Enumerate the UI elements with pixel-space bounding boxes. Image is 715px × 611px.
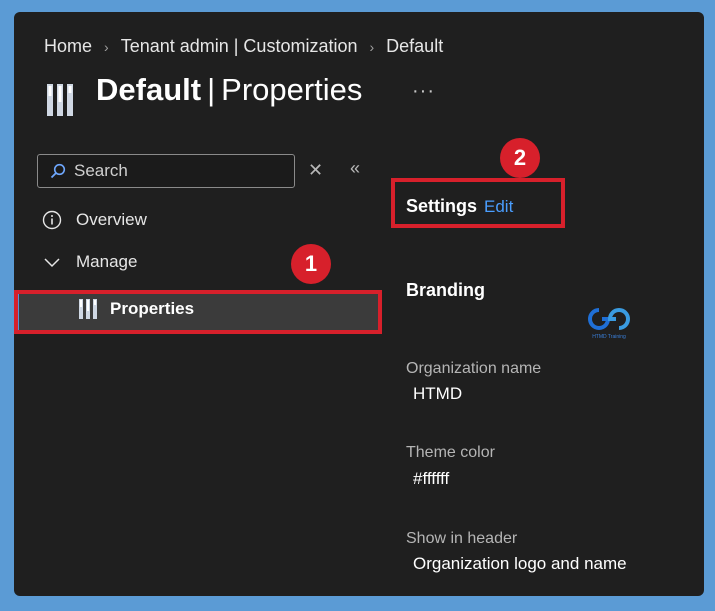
sidebar-item-overview[interactable]: Overview bbox=[42, 210, 147, 230]
collapse-sidebar-icon[interactable]: « bbox=[350, 158, 360, 179]
clear-search-icon[interactable]: ✕ bbox=[308, 160, 323, 181]
page-title: Default | Properties bbox=[96, 72, 362, 108]
branding-heading: Branding bbox=[406, 280, 485, 300]
breadcrumb-separator-icon: › bbox=[104, 38, 109, 55]
info-icon bbox=[42, 210, 62, 230]
breadcrumb-home[interactable]: Home bbox=[44, 36, 92, 57]
theme-color-value: #ffffff bbox=[413, 469, 450, 488]
search-icon bbox=[50, 163, 66, 179]
breadcrumb-current[interactable]: Default bbox=[386, 36, 443, 57]
edit-settings-link[interactable]: Edit bbox=[484, 197, 513, 217]
breadcrumb-separator-icon: › bbox=[369, 38, 375, 55]
breadcrumb-tenant[interactable]: Tenant admin | Customization bbox=[121, 36, 358, 57]
htmd-logo-watermark: HTMD Training bbox=[586, 306, 632, 340]
page-title-light: Properties bbox=[221, 72, 363, 107]
breadcrumb: Home › Tenant admin | Customization › De… bbox=[44, 36, 443, 57]
sidebar-item-label: Manage bbox=[76, 252, 138, 271]
htmd-logo-icon bbox=[588, 308, 630, 330]
search-placeholder: Search bbox=[74, 161, 128, 180]
callout-badge-two: 2 bbox=[500, 138, 540, 178]
watermark-text: HTMD Training bbox=[592, 334, 626, 340]
theme-color-label: Theme color bbox=[406, 444, 495, 461]
organization-name-label: Organization name bbox=[406, 360, 542, 377]
callout-box-properties bbox=[14, 290, 382, 334]
show-in-header-value: Organization logo and name bbox=[413, 554, 627, 573]
app-frame: Home › Tenant admin | Customization › De… bbox=[14, 12, 704, 596]
more-options-button[interactable]: ··· bbox=[412, 80, 435, 103]
page-header: Default | Properties bbox=[44, 72, 362, 118]
page-title-bold: Default bbox=[96, 72, 202, 107]
settings-label: Settings bbox=[406, 196, 478, 216]
show-in-header-label: Show in header bbox=[406, 530, 518, 547]
properties-icon bbox=[47, 84, 73, 116]
search-input[interactable]: Search bbox=[37, 154, 295, 188]
page-title-pipe: | bbox=[207, 72, 216, 107]
sidebar-group-manage[interactable]: Manage bbox=[42, 252, 137, 272]
callout-badge-one: 1 bbox=[291, 244, 331, 284]
organization-name-value: HTMD bbox=[413, 384, 463, 403]
settings-row: Settings Edit bbox=[406, 196, 513, 217]
chevron-down-icon bbox=[44, 258, 60, 268]
sidebar-item-label: Overview bbox=[76, 210, 147, 229]
